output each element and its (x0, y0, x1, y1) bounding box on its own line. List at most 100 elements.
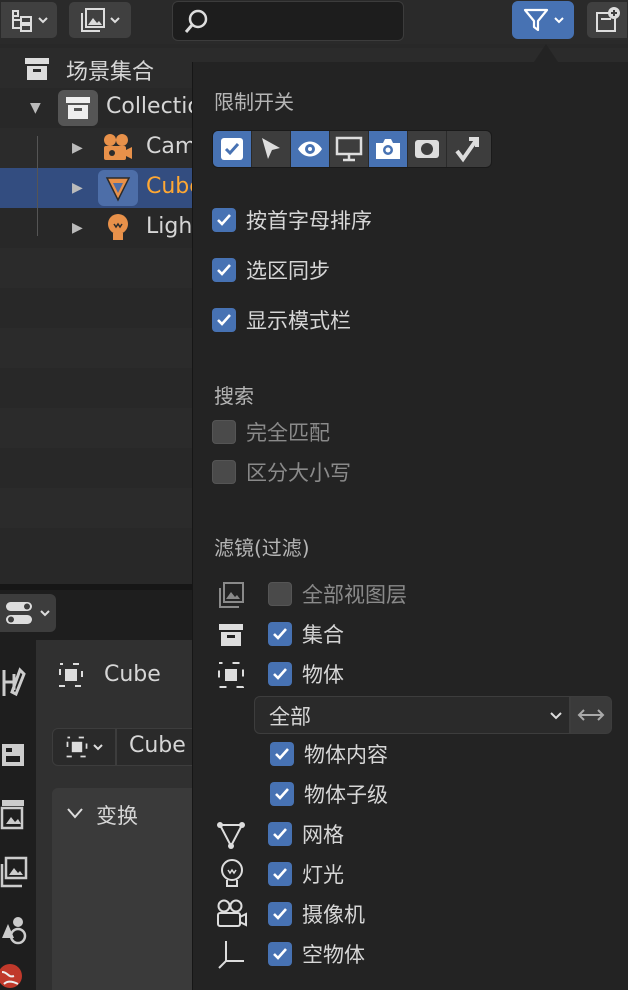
editor-divider[interactable] (0, 584, 192, 590)
show-mode-column-option[interactable]: 显示模式栏 (212, 305, 351, 335)
world-tab-icon[interactable] (0, 962, 28, 990)
meshes-filter[interactable]: 网格 (268, 819, 344, 849)
option-label: 按首字母排序 (246, 209, 372, 233)
all-view-layers-filter[interactable]: 全部视图层 (268, 579, 407, 609)
cursor-arrow-icon (262, 138, 280, 159)
checkbox[interactable] (268, 942, 292, 966)
checkbox-icon (221, 138, 243, 160)
active-object-icon-bg (98, 170, 138, 206)
filter-label: 集合 (302, 623, 344, 647)
search-section-title: 搜索 (214, 384, 254, 408)
disclosure-triangle-down-icon[interactable]: ▼ (30, 100, 41, 116)
object-children-filter[interactable]: 物体子级 (270, 779, 388, 809)
checkbox[interactable] (268, 902, 292, 926)
toggle-hide-in-viewport[interactable] (291, 131, 330, 167)
image-layers-icon (81, 8, 105, 32)
object-data-icon (218, 662, 244, 688)
option-label: 区分大小写 (246, 461, 351, 485)
exact-match-option[interactable]: 完全匹配 (212, 417, 330, 447)
filter-label: 摄像机 (302, 903, 365, 927)
object-name-field-value: Cube (129, 733, 186, 758)
toggle-disable-in-renders[interactable] (369, 131, 408, 167)
filter-label: 网格 (302, 823, 344, 847)
new-collection-icon (596, 7, 620, 32)
display-mode-dropdown[interactable] (0, 1, 58, 39)
disclosure-triangle-right-icon[interactable]: ▶ (72, 220, 83, 236)
scene-tab-icon[interactable] (0, 910, 28, 946)
checkbox[interactable] (268, 622, 292, 646)
checkbox[interactable] (212, 258, 236, 282)
object-name-label: Cube (104, 662, 161, 687)
checkbox[interactable] (268, 582, 292, 606)
disclosure-triangle-right-icon[interactable]: ▶ (72, 180, 83, 196)
object-name-field[interactable]: Cube (116, 728, 196, 766)
restriction-toggles (212, 130, 492, 168)
lights-filter[interactable]: 灯光 (268, 859, 344, 889)
light-bulb-icon (221, 859, 243, 887)
checkmark-icon (273, 908, 287, 920)
disclosure-triangle-right-icon[interactable]: ▶ (72, 140, 83, 156)
camera-icon (376, 139, 400, 159)
checkbox[interactable] (212, 420, 236, 444)
eye-icon (298, 141, 322, 157)
invert-filter-button[interactable] (570, 696, 612, 734)
object-contents-filter[interactable]: 物体内容 (270, 739, 388, 769)
chevron-down-icon (93, 744, 103, 751)
filter-section-title: 滤镜(过滤) (214, 536, 310, 560)
checkbox[interactable] (268, 662, 292, 686)
view-layer-dropdown[interactable] (68, 1, 132, 39)
object-data-icon (66, 736, 88, 758)
checkbox[interactable] (212, 208, 236, 232)
editor-type-dropdown[interactable] (0, 594, 56, 632)
object-data-icon (59, 663, 83, 687)
chevron-down-icon (38, 17, 48, 24)
new-collection-button[interactable] (586, 1, 628, 39)
chevron-down-icon (550, 712, 562, 720)
tool-settings-tab-icon[interactable] (0, 666, 28, 700)
checkbox[interactable] (268, 862, 292, 886)
camera-object-icon (104, 134, 132, 160)
sync-selection-option[interactable]: 选区同步 (212, 255, 330, 285)
chevron-down-icon[interactable] (66, 806, 84, 820)
filter-label: 灯光 (302, 863, 344, 887)
toggle-exclude-checkbox[interactable] (213, 131, 252, 167)
search-icon (184, 9, 208, 33)
properties-main: Cube Cube 变换 (36, 640, 196, 990)
toggle-disable-in-viewports[interactable] (330, 131, 369, 167)
properties-tabs (0, 640, 36, 990)
cameras-filter[interactable]: 摄像机 (268, 899, 365, 929)
collections-filter[interactable]: 集合 (268, 619, 344, 649)
filter-funnel-icon (523, 8, 549, 32)
transform-panel: 变换 (52, 788, 196, 990)
object-browse-dropdown[interactable] (52, 728, 116, 766)
filter-label: 物体子级 (304, 783, 388, 807)
empties-filter[interactable]: 空物体 (268, 939, 365, 969)
toggle-holdout[interactable] (408, 131, 447, 167)
restriction-toggles-title: 限制开关 (214, 90, 294, 114)
checkbox[interactable] (212, 308, 236, 332)
collection-box-icon (66, 97, 90, 119)
toggle-selectable[interactable] (252, 131, 291, 167)
objects-filter[interactable]: 物体 (268, 659, 344, 689)
case-sensitive-option[interactable]: 区分大小写 (212, 457, 351, 487)
mesh-triangle-icon (105, 177, 131, 202)
sort-alphabetically-option[interactable]: 按首字母排序 (212, 205, 372, 235)
render-tab-icon[interactable] (0, 736, 28, 770)
transform-panel-title[interactable]: 变换 (96, 800, 138, 830)
toggle-indirect-only[interactable] (447, 131, 486, 167)
output-tab-icon[interactable] (0, 796, 28, 832)
checkbox[interactable] (212, 460, 236, 484)
outliner-header (0, 0, 628, 44)
collection-box-icon (219, 624, 243, 646)
view-layer-tab-icon[interactable] (0, 854, 28, 890)
search-input[interactable] (172, 1, 404, 41)
double-arrow-icon (577, 709, 605, 721)
checkbox[interactable] (268, 822, 292, 846)
option-label: 显示模式栏 (246, 309, 351, 333)
tree-item-label: 场景集合 (66, 60, 155, 85)
checkbox[interactable] (270, 782, 294, 806)
popover-arrow (534, 44, 558, 62)
checkbox[interactable] (270, 742, 294, 766)
filter-button[interactable] (512, 1, 574, 39)
object-type-dropdown[interactable]: 全部 (254, 696, 570, 734)
